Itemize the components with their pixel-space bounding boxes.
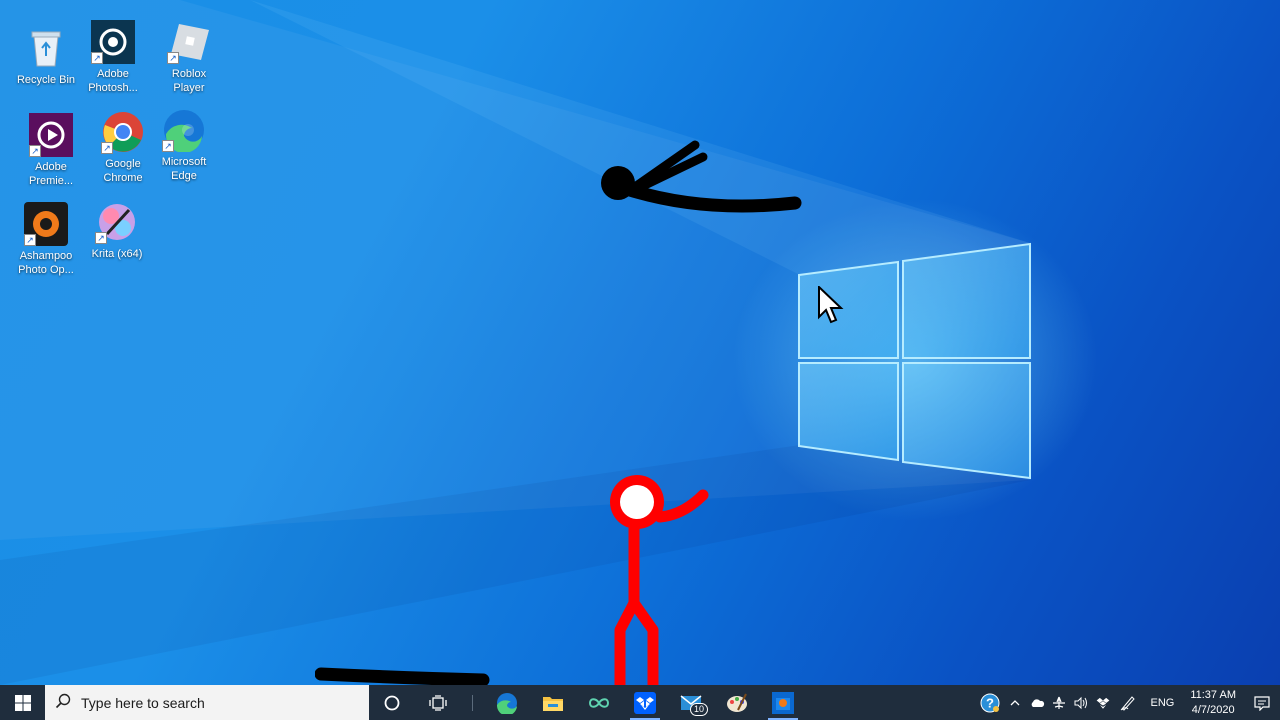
taskbar-app-mail[interactable]: 10 [668,685,714,720]
desktop-icon-chrome[interactable]: ↗ Google Chrome [89,110,157,185]
taskbar-search-box[interactable]: Type here to search [45,685,369,720]
desktop-icon-premiere[interactable]: ↗ Adobe Premie... [17,113,85,188]
system-tray: ? ENG 11:37 AM 4/7/2020 [976,685,1280,720]
clock[interactable]: 11:37 AM 4/7/2020 [1182,688,1244,718]
cloud-icon [1032,698,1045,707]
desktop-icon-label: Google Chrome [103,158,143,184]
speaker-icon [1074,696,1088,709]
airplane-icon [1053,696,1066,709]
shortcut-arrow-icon: ↗ [101,142,113,154]
cortana-button[interactable] [369,685,415,720]
chrome-icon: ↗ [101,110,145,154]
language-indicator[interactable]: ENG [1142,697,1182,709]
desktop-icon-label: Ashampoo Photo Op... [18,250,74,276]
action-center-button[interactable] [1244,685,1280,720]
search-placeholder: Type here to search [81,694,205,711]
taskbar-app-paint[interactable] [714,685,760,720]
taskbar-separator [472,694,473,711]
windows-logo-wallpaper [798,242,1031,480]
desktop-icon-label: Adobe Premie... [28,161,73,187]
desktop-icon-label: Roblox Player [171,68,207,94]
tray-overflow-button[interactable] [1004,685,1026,720]
shortcut-arrow-icon: ↗ [24,234,36,246]
taskbar-app-infinity[interactable] [576,685,622,720]
taskbar-app-file-explorer[interactable] [530,685,576,720]
help-question-icon: ? [980,693,1000,712]
shortcut-arrow-icon: ↗ [91,52,103,64]
photoshop-icon: ↗ [91,20,135,64]
taskbar-app-store[interactable] [760,685,806,720]
chevron-up-icon [1011,699,1020,705]
desktop-icon-label: Recycle Bin [16,74,76,86]
clock-date: 4/7/2020 [1191,703,1235,716]
shortcut-arrow-icon: ↗ [167,52,179,64]
store-icon [772,691,794,714]
premiere-icon: ↗ [29,113,73,157]
desktop-background: Recycle Bin ↗ Adobe Photosh... ↗ Roblox … [0,0,1280,685]
tray-network-button[interactable] [1048,685,1070,720]
desktop-icon-roblox[interactable]: ↗ Roblox Player [155,20,223,95]
desktop-icon-photoshop[interactable]: ↗ Adobe Photosh... [79,20,147,95]
task-view-button[interactable] [415,685,461,720]
taskbar: Type here to search 10 ? ENG 11:37 AM 4/… [0,685,1280,720]
tray-volume-button[interactable] [1070,685,1092,720]
desktop-icon-ashampoo[interactable]: ↗ Ashampoo Photo Op... [12,202,80,277]
task-view-icon [429,694,447,711]
krita-icon: ↗ [95,200,139,244]
dropbox-icon [634,691,656,714]
infinity-icon [588,697,610,708]
shortcut-arrow-icon: ↗ [95,232,107,244]
start-button[interactable] [0,685,45,720]
desktop-icon-label: Krita (x64) [91,248,143,260]
tray-pen-button[interactable] [1114,685,1142,720]
search-icon [55,693,81,712]
tray-onedrive-button[interactable] [1026,685,1048,720]
taskbar-app-dropbox[interactable] [622,685,668,720]
red-stick-figure [610,475,709,685]
desktop-icon-label: Microsoft Edge [161,156,207,182]
mail-badge: 10 [689,703,708,716]
edge-icon: ↗ [162,108,206,154]
desktop-icon-edge[interactable]: ↗ Microsoft Edge [150,108,218,183]
shortcut-arrow-icon: ↗ [162,140,174,152]
edge-icon [496,692,517,714]
desktop-icon-recycle-bin[interactable]: Recycle Bin [12,26,80,87]
black-ground-line [315,667,490,685]
recycle-bin-icon [24,26,68,70]
desktop-icon-krita[interactable]: ↗ Krita (x64) [83,200,151,261]
svg-text:?: ? [987,695,995,710]
taskbar-app-edge[interactable] [484,685,530,720]
folder-icon [543,696,563,711]
shortcut-arrow-icon: ↗ [29,145,41,157]
ashampoo-icon: ↗ [24,202,68,246]
desktop-icon-label: Adobe Photosh... [88,68,138,94]
tray-dropbox-button[interactable] [1092,685,1114,720]
palette-icon [727,693,747,712]
black-stick-figure [601,140,802,213]
pen-icon [1121,695,1136,711]
roblox-icon: ↗ [167,20,211,64]
windows-start-icon [14,694,31,711]
notification-icon [1254,695,1270,711]
dropbox-tray-icon [1097,697,1110,709]
tray-help-button[interactable]: ? [976,685,1004,720]
cortana-circle-icon [384,695,400,710]
clock-time: 11:37 AM [1190,688,1236,701]
mouse-cursor-icon [818,286,844,324]
